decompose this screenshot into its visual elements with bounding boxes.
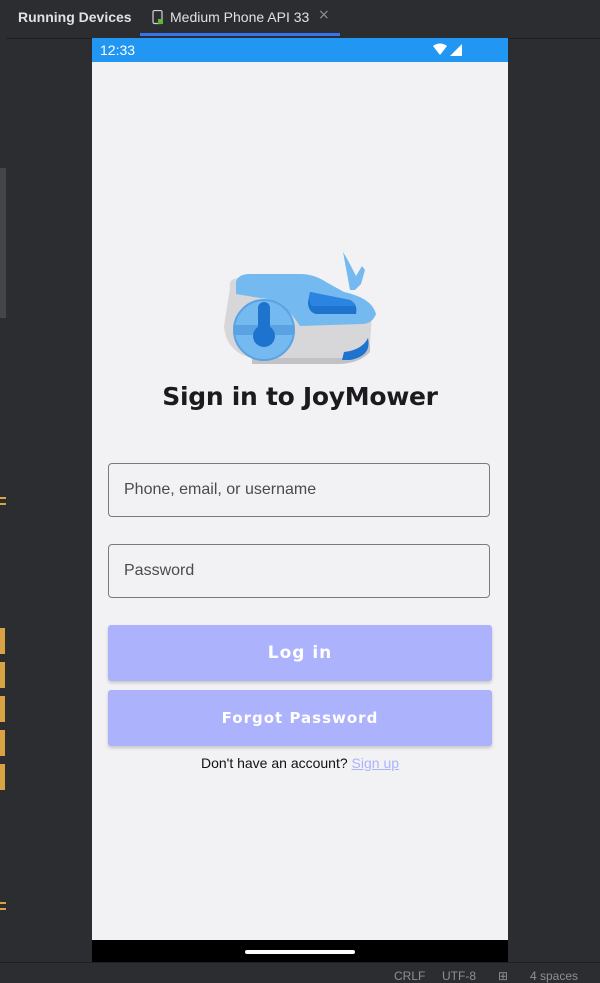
status-icons [433,43,462,56]
encoding-status[interactable]: UTF-8 [442,969,476,983]
robot-mower-icon [224,252,376,364]
forgot-password-button[interactable]: Forgot Password [108,690,492,746]
password-input[interactable] [109,545,489,597]
indent-status[interactable]: 4 spaces [530,969,578,983]
navigation-bar [92,940,508,964]
status-time: 12:33 [100,42,136,58]
wifi-icon [433,43,447,55]
line-separator-status[interactable]: CRLF [394,969,425,983]
ide-tabbar: Running Devices Medium Phone API 33 × [0,0,600,39]
close-icon[interactable]: × [318,7,330,23]
share-icon[interactable]: ⊞ [498,969,508,983]
ide-statusbar: CRLF UTF-8 ⊞ 4 spaces [0,962,600,983]
password-field[interactable] [108,544,490,598]
page-title: Sign in to JoyMower [162,382,438,411]
signup-prompt: Don't have an account? [200,755,348,771]
ide-scrollbar[interactable] [0,168,6,318]
signup-row: Don't have an account? Sign up [92,755,508,771]
running-devices-title: Running Devices [18,9,132,25]
login-button[interactable]: Log in [108,625,492,681]
gutter-marker [0,908,6,910]
gutter-marker [0,696,5,722]
status-bar: 12:33 [92,38,508,62]
gutter-marker [0,628,5,654]
phone-device-icon [152,10,163,25]
gutter-marker [0,764,5,790]
gutter-marker [0,497,6,499]
gutter-marker [0,902,6,904]
home-handle[interactable] [245,950,355,954]
username-input[interactable] [109,464,489,516]
device-tab[interactable]: Medium Phone API 33 × [140,0,340,36]
gutter-marker [0,730,5,756]
device-tab-label: Medium Phone API 33 [170,9,310,25]
phone-screen: 12:33 Sign in to JoyMower Phone, email, … [92,38,508,964]
gutter-marker [0,662,5,688]
gutter-marker [0,503,6,505]
username-field[interactable] [108,463,490,517]
signup-link[interactable]: Sign up [352,755,399,771]
signal-icon [450,44,462,56]
